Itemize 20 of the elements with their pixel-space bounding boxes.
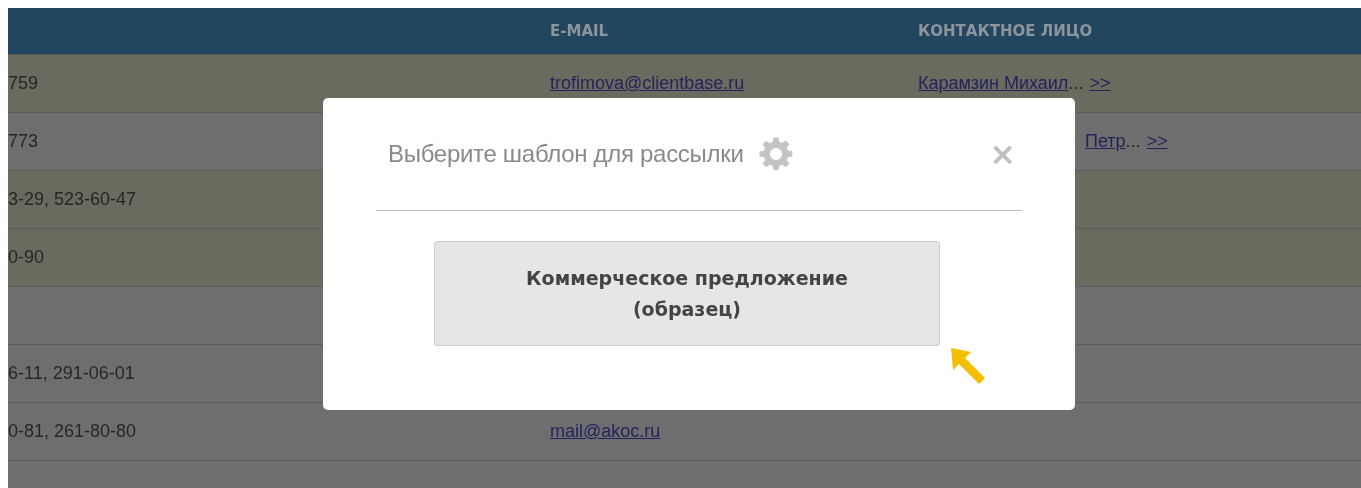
dialog-title: Выберите шаблон для рассылки [388,140,744,168]
contact-link[interactable]: Петр [1085,131,1126,151]
phone-cell: 6-11, 291-06-01 [8,363,135,383]
template-button[interactable]: Коммерческое предложение (образец) [434,241,940,346]
ellipsis-text: ... [1068,73,1084,93]
details-link[interactable]: >> [1089,73,1111,93]
contact-link[interactable]: Карамзин Михаил [918,73,1069,93]
column-header: E-MAIL [550,22,609,40]
close-button[interactable]: × [987,138,1018,170]
phone-cell: 3-29, 523-60-47 [8,189,137,209]
settings-icon[interactable] [757,136,794,172]
email-link[interactable]: mail@akoc.ru [550,421,661,441]
column-header: КОНТАКТНОЕ ЛИЦО [918,22,1093,40]
details-link[interactable]: >> [1146,131,1168,151]
ellipsis-text: ... [1125,131,1141,151]
phone-cell: 773 [8,131,39,151]
phone-cell: 0-81, 261-80-80 [8,421,137,441]
phone-cell: 0-90 [8,247,45,267]
phone-cell: 759 [8,73,39,93]
email-link[interactable]: trofimova@clientbase.ru [550,73,745,93]
